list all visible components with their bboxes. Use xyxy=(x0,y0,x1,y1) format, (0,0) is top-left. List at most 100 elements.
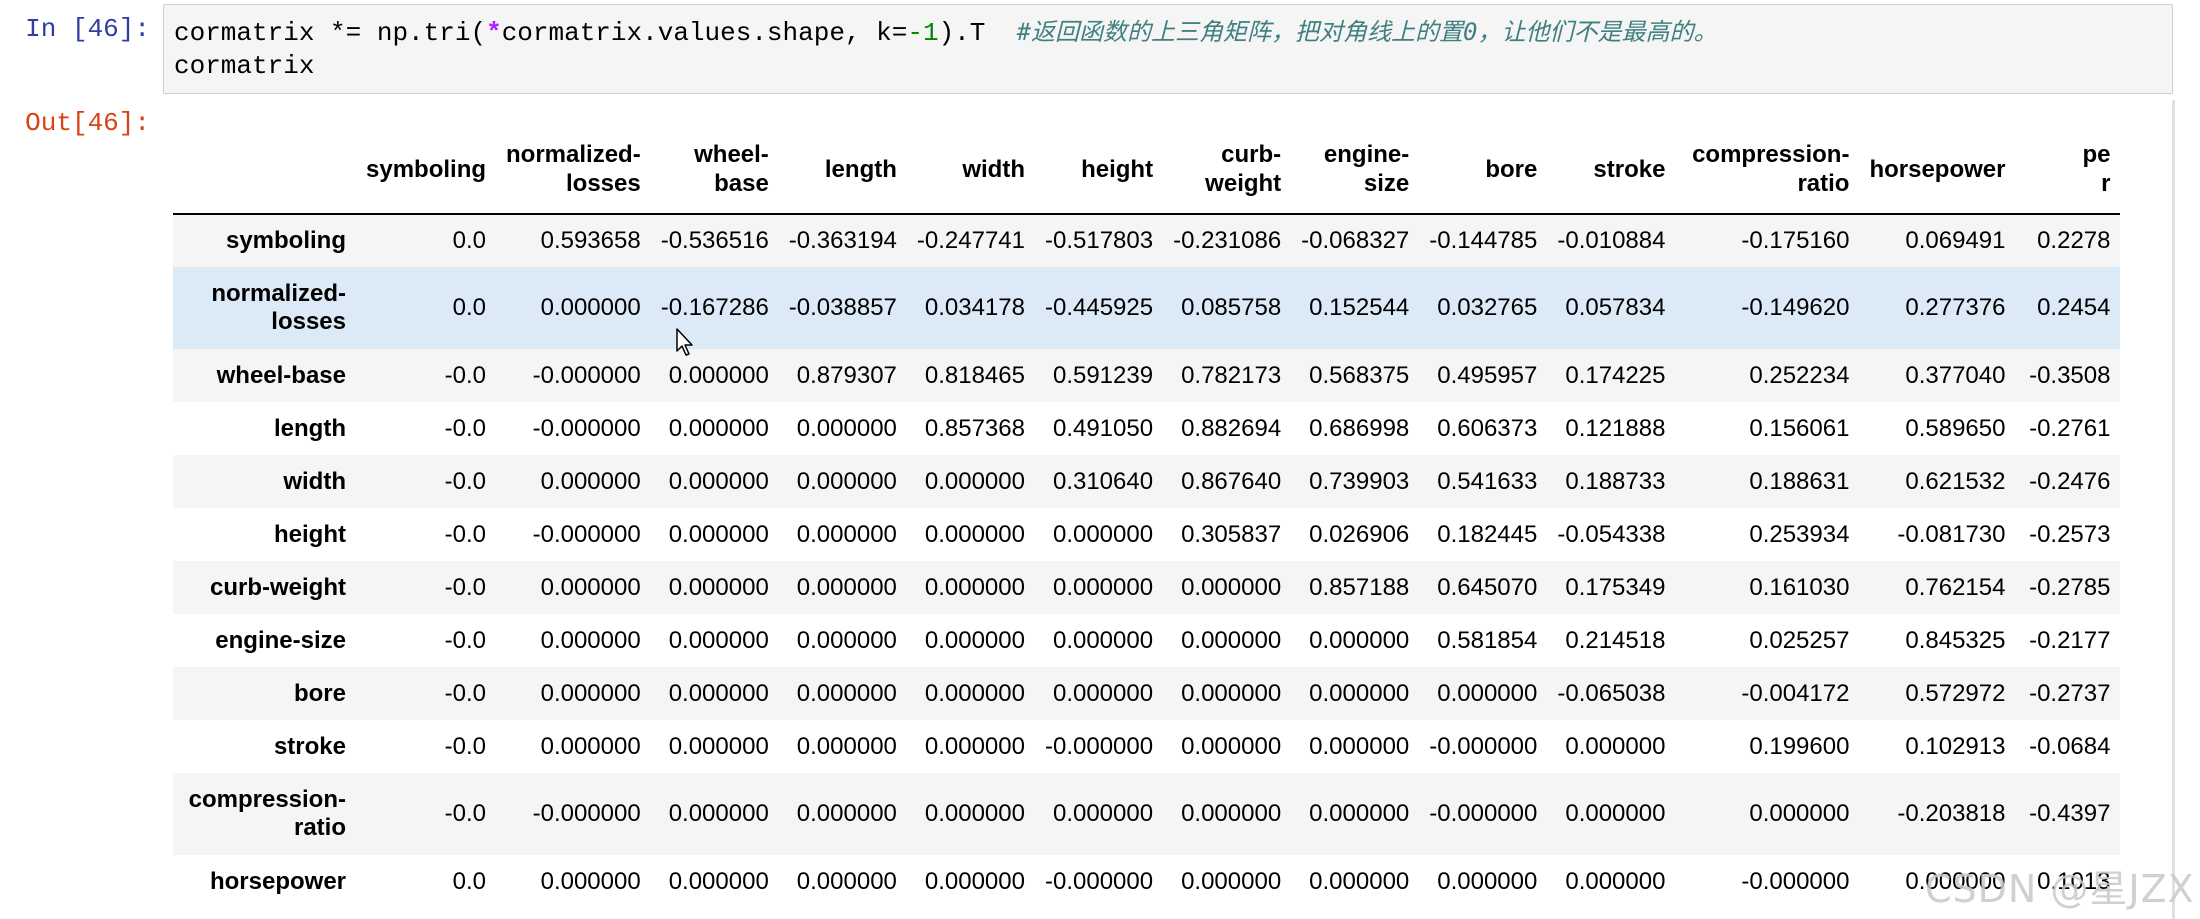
cell-text-line: bore xyxy=(1485,155,1538,183)
cell-text-line: stroke xyxy=(273,732,346,760)
table-cell: 0.000000 xyxy=(668,800,769,827)
table-row: curb-weight -0.0 0.000000 0.000000 0.000000 0… xyxy=(173,561,2121,614)
table-cell: 0.000000 xyxy=(668,626,769,654)
column-header: height xyxy=(1034,125,1164,215)
table-cell: -0.065038 xyxy=(1557,679,1666,707)
table-cell: 0.000000 xyxy=(1749,800,1850,827)
column-header: wheel-base xyxy=(650,125,779,215)
table-cell: 0.000000 xyxy=(1181,626,1282,654)
row-label: symboling xyxy=(173,214,356,267)
code-number: -1 xyxy=(907,18,939,48)
table-cell: -0.000000 xyxy=(1741,867,1850,895)
cell-text-line: pe xyxy=(2082,141,2111,168)
cell-text-line: symboling xyxy=(225,227,346,254)
cell-text-line: ratio xyxy=(293,814,346,841)
vertical-scrollbar[interactable] xyxy=(2172,100,2175,919)
table-row: symboling 0.0 0.593658 -0.536516 -0.363194 -0… xyxy=(173,214,2121,267)
table-cell: 0.214518 xyxy=(1565,626,1666,654)
table-cell: 0.121888 xyxy=(1565,414,1666,442)
table-cell: 0.000000 xyxy=(796,732,897,760)
row-label: stroke xyxy=(173,720,356,773)
table-cell: 0.495957 xyxy=(1437,361,1538,389)
out-prompt: Out[46]: xyxy=(25,108,150,138)
table-cell: -0.000000 xyxy=(532,800,641,827)
cell-text-line: wheel- xyxy=(694,141,769,168)
row-label: height xyxy=(173,508,356,561)
dataframe-table: symboling normalized-losses wheel-base leng… xyxy=(173,125,2121,908)
row-label: length xyxy=(173,402,356,455)
table-cell: 0.156061 xyxy=(1749,414,1850,442)
row-label: wheel-base xyxy=(173,349,356,402)
table-cell: 0.000000 xyxy=(1181,679,1282,707)
table-cell: 0.161030 xyxy=(1749,573,1850,601)
watermark: CSDN @星JZX xyxy=(1925,867,2195,911)
table-cell: -0.0 xyxy=(444,520,487,548)
table-cell: 0.000000 xyxy=(796,867,897,895)
table-cell: -0.0 xyxy=(444,573,487,601)
table-cell: 0.2278 xyxy=(2037,227,2111,254)
table-cell: 0.0 xyxy=(452,294,487,321)
code-token: cormatrix.values.shape, k= xyxy=(501,18,908,48)
column-header: width xyxy=(906,125,1035,215)
table-cell: 0.000000 xyxy=(1309,626,1410,654)
table-cell: -0.2573 xyxy=(2029,520,2111,548)
cell-text-line: stroke xyxy=(1593,155,1666,183)
table-cell: 0.000000 xyxy=(540,679,641,707)
table-cell: 0.026906 xyxy=(1309,520,1410,548)
code-cell-editor[interactable]: cormatrix *= np.tri(*cormatrix.values.sh… xyxy=(163,4,2173,94)
table-cell: 0.025257 xyxy=(1749,626,1850,654)
table-cell: 0.000000 xyxy=(668,573,769,601)
cell-text-line: curb-weight xyxy=(210,573,346,601)
table-cell: -0.010884 xyxy=(1557,227,1666,254)
table-cell: -0.000000 xyxy=(1429,732,1538,760)
table-cell: -0.2737 xyxy=(2029,679,2111,707)
table-cell: -0.231086 xyxy=(1173,227,1282,254)
table-cell: 0.102913 xyxy=(1905,732,2006,760)
table-cell: -0.0 xyxy=(444,361,487,389)
table-cell: 0.000000 xyxy=(924,467,1025,495)
table-cell: 0.000000 xyxy=(668,414,769,442)
column-header: pe r xyxy=(2015,125,2121,215)
table-cell: 0.032765 xyxy=(1437,294,1538,321)
table-cell: 0.589650 xyxy=(1905,414,2006,442)
table-cell: 0.000000 xyxy=(924,626,1025,654)
table-cell: 0.000000 xyxy=(924,520,1025,548)
table-cell: -0.000000 xyxy=(1044,867,1154,895)
cell-text-line: losses xyxy=(565,170,641,197)
table-cell: 0.000000 xyxy=(796,573,897,601)
row-label: bore xyxy=(173,667,356,720)
table-cell: 0.621532 xyxy=(1905,467,2006,495)
table-cell: -0.054338 xyxy=(1557,520,1666,548)
table-cell: 0.000000 xyxy=(1181,732,1282,760)
table-cell: -0.2177 xyxy=(2029,626,2111,654)
index-header xyxy=(173,125,356,215)
table-cell: -0.2476 xyxy=(2029,467,2111,495)
code-token: np.tri( xyxy=(361,18,487,48)
table-row: stroke -0.0 0.000000 0.000000 0.000000 0.0000… xyxy=(173,720,2120,773)
code-token: ).T xyxy=(938,18,1017,48)
table-header: symboling normalized-losses wheel-base leng… xyxy=(173,125,2121,215)
table-cell: -0.004172 xyxy=(1741,679,1850,707)
table-cell: -0.000000 xyxy=(1044,732,1154,760)
output-area[interactable]: symboling normalized-losses wheel-base leng… xyxy=(173,125,2155,919)
table-cell: 0.818465 xyxy=(924,361,1025,389)
table-cell: -0.0684 xyxy=(2029,732,2111,760)
table-cell: -0.000000 xyxy=(1429,800,1538,827)
table-cell: -0.167286 xyxy=(660,294,769,321)
table-cell: -0.149620 xyxy=(1741,294,1850,321)
table-cell: 0.069491 xyxy=(1905,227,2006,254)
table-cell: 0.000000 xyxy=(1052,679,1154,707)
code-comment: #返回函数的上三角矩阵，把对角线上的置0，让他们不是最高的。 xyxy=(1016,18,1718,46)
table-cell: 0.857368 xyxy=(924,414,1025,442)
table-cell: 0.0 xyxy=(452,867,487,895)
row-label: curb-weight xyxy=(173,561,356,614)
table-cell: -0.2761 xyxy=(2029,414,2111,442)
column-header: bore xyxy=(1419,125,1548,215)
table-cell: 0.000000 xyxy=(924,732,1025,760)
table-cell: 0.000000 xyxy=(1052,573,1154,601)
cell-text-line: height xyxy=(1081,155,1154,183)
column-header: horsepower xyxy=(1859,125,2016,215)
table-cell: 0.034178 xyxy=(924,294,1025,321)
table-cell: 0.174225 xyxy=(1565,361,1666,389)
table-cell: 0.000000 xyxy=(1052,520,1154,548)
